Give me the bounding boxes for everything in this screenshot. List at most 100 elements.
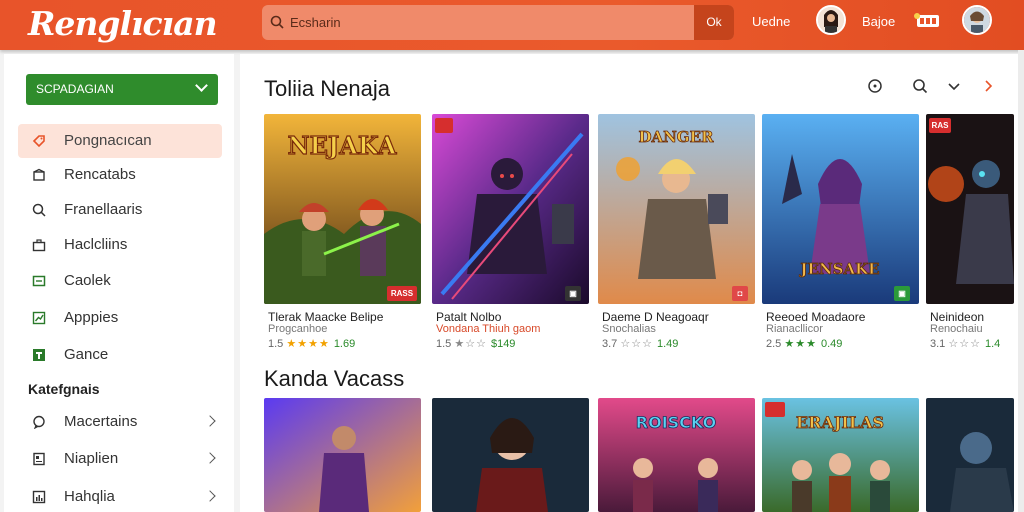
rating-value: 3.1 [930,338,946,350]
sidebar-item-3[interactable]: Haclcliins [18,228,222,262]
card-art-title: ERAJILAS [796,413,884,432]
sidebar-item-label: Caolek [64,272,111,289]
card-rating: 1.5 ★☆☆ $149 [436,337,515,350]
rating-value: 2.5 [766,338,782,350]
sidebar-item-1[interactable]: Rencatabs [18,158,222,192]
game-card[interactable]: DANGER ◘ Daeme D Neagoaqr Snochalias 3.7… [598,114,755,354]
badge-corner [435,118,453,133]
sidebar-item-label: Apppies [64,309,119,326]
sidebar-item-2[interactable]: Franellaaris [18,193,222,227]
game-thumbnail[interactable]: ERAJILAS [762,398,919,512]
badge: ▣ [565,286,581,301]
game-thumbnail[interactable]: NEJAKA [264,114,421,304]
notification-icon[interactable] [913,12,943,28]
price: 1.69 [333,338,356,350]
search-icon [270,15,284,29]
sidebar: SCPADAGIAN Pongnacıcan Rencatabs Franell… [4,54,234,512]
card-subtitle: Progcanhoe [268,323,328,335]
card-title[interactable]: Patalt Nolbo [436,310,501,324]
profile-avatar[interactable] [962,5,992,35]
bar-chart-icon [32,490,46,504]
category-item-2[interactable]: Hahqlia [18,480,222,512]
chevron-right-icon [204,415,216,427]
sidebar-item-4[interactable]: Caolek [18,264,222,298]
card-subtitle: Snochalias [602,323,656,335]
chevron-right-icon [204,490,216,502]
game-card[interactable] [264,398,421,512]
star-icons: ★★★★ [286,338,330,350]
section-title: Kanda Vacass [264,366,405,391]
game-card[interactable] [432,398,589,512]
categories-heading: Katefgnais [28,381,100,397]
game-thumbnail[interactable]: JENSAKE [762,114,919,304]
game-card[interactable]: ▣ Patalt Nolbo Vondana Thiuh gaom 1.5 ★☆… [432,114,589,354]
price: 1.49 [656,338,679,350]
game-thumbnail[interactable] [926,114,1014,304]
doc-icon [33,452,45,466]
card-rating: 2.5 ★★★ 0.49 [766,337,842,350]
game-card[interactable]: ROISCKO [598,398,755,512]
category-label: Hahqlia [64,488,115,505]
category-item-0[interactable]: Macertains [18,405,222,439]
game-thumbnail[interactable] [432,114,589,304]
card-title[interactable]: Neinideon [930,310,984,324]
search-icon [32,203,46,217]
card-rating: 3.1 ☆☆☆ 1.4 [930,337,1000,350]
briefcase-icon [32,239,46,252]
category-label: Niaplien [64,450,119,467]
card-art-title: JENSAKE [798,260,879,278]
main-content: Toliia Nenaja NEJAKA RASS Tlerak Maacke … [240,54,1020,512]
star-icons: ★★★ [784,338,817,350]
chevron-right-icon[interactable] [980,78,996,94]
info-icon[interactable] [867,78,883,94]
sidebar-item-6[interactable]: Gance [18,338,222,372]
rating-value: 3.7 [602,338,618,350]
category-dropdown[interactable]: SCPADAGIAN [26,74,218,105]
dropdown-label: SCPADAGIAN [36,82,114,96]
badge: RASS [387,286,417,301]
header-link-1[interactable]: Uedne [752,14,790,29]
card-art-title: DANGER [638,128,714,146]
box-icon [33,168,45,181]
card-art-title: ROISCKO [636,413,716,432]
sidebar-item-label: Pongnacıcan [64,132,152,149]
game-card[interactable]: ERAJILAS [762,398,919,512]
search-input[interactable] [288,5,694,40]
chevron-down-icon[interactable] [946,78,962,94]
search-icon[interactable] [912,78,928,94]
card-subtitle: Renochaiu [930,323,983,335]
avatar[interactable] [816,5,846,35]
game-thumbnail[interactable] [264,398,421,512]
sidebar-item-label: Gance [64,346,109,363]
badge-corner [765,402,785,417]
scrollbar[interactable] [1018,50,1024,512]
game-thumbnail[interactable]: DANGER [598,114,755,304]
star-icons: ☆☆☆ [948,338,981,350]
game-thumbnail[interactable] [432,398,589,512]
sidebar-item-0[interactable]: Pongnacıcan [18,124,222,158]
game-card[interactable] [926,398,1014,512]
card-icon [32,275,46,287]
card-title[interactable]: Tlerak Maacke Belipe [268,310,383,324]
search-button[interactable]: Ok [694,5,734,40]
category-label: Macertains [64,413,138,430]
game-thumbnail[interactable] [926,398,1014,512]
category-item-1[interactable]: Niaplien [18,442,222,476]
search-bar[interactable]: Ok [262,5,734,40]
star-icons: ★☆☆ [454,338,487,350]
card-subtitle: Vondana Thiuh gaom [436,323,541,335]
chevron-right-icon [204,452,216,464]
game-card[interactable]: RAS Neinideon Renochaiu 3.1 ☆☆☆ 1.4 [926,114,1014,354]
sidebar-item-5[interactable]: Apppies [18,301,222,335]
card-title[interactable]: Reeoed Moadaore [766,310,865,324]
card-rating: 1.5 ★★★★ 1.69 [268,337,355,350]
price: 0.49 [820,338,843,350]
game-card[interactable]: JENSAKE ▣ Reeoed Moadaore Rianacllicor 2… [762,114,919,354]
app-logo[interactable]: Renglıcıan [28,4,218,43]
card-rating: 3.7 ☆☆☆ 1.49 [602,337,678,350]
sidebar-item-label: Franellaaris [64,201,143,218]
game-thumbnail[interactable]: ROISCKO [598,398,755,512]
game-card[interactable]: NEJAKA RASS Tlerak Maacke Belipe Progcan… [264,114,421,354]
header-link-2[interactable]: Bajoe [862,14,895,29]
card-title[interactable]: Daeme D Neagoaqr [602,310,709,324]
